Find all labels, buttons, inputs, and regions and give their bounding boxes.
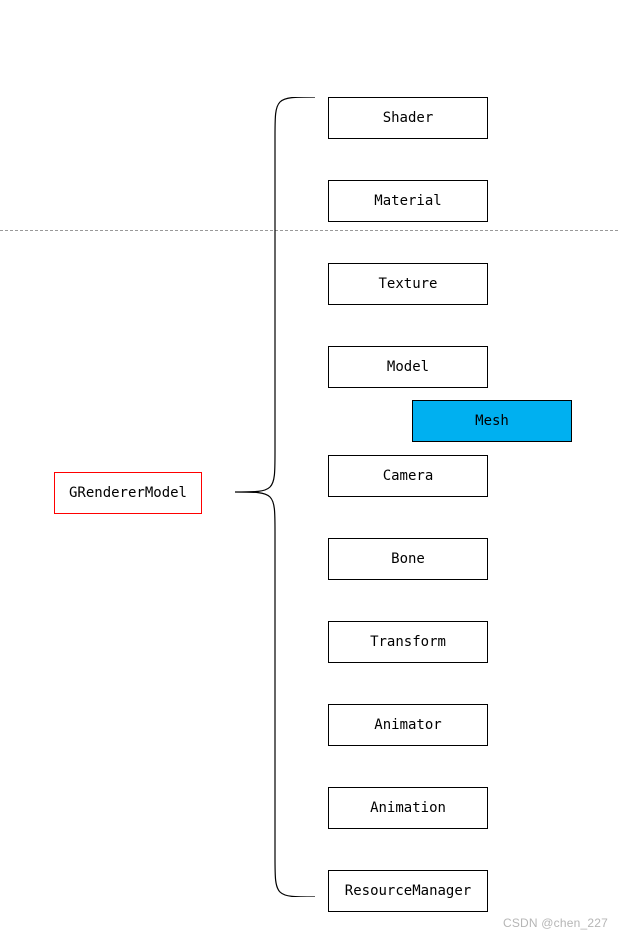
root-grenderermodel: GRendererModel: [54, 472, 202, 514]
watermark: CSDN @chen_227: [503, 916, 608, 930]
child-transform-label: Transform: [370, 634, 446, 650]
child-texture: Texture: [328, 263, 488, 305]
divider-line: [0, 230, 618, 231]
child-animator: Animator: [328, 704, 488, 746]
child-texture-label: Texture: [378, 276, 437, 292]
child-shader-label: Shader: [383, 110, 434, 126]
child-animation-label: Animation: [370, 800, 446, 816]
child-mesh-label: Mesh: [475, 413, 509, 429]
child-camera: Camera: [328, 455, 488, 497]
child-material-label: Material: [374, 193, 441, 209]
child-transform: Transform: [328, 621, 488, 663]
child-camera-label: Camera: [383, 468, 434, 484]
child-animation: Animation: [328, 787, 488, 829]
child-resourcemanager-label: ResourceManager: [345, 883, 471, 899]
child-model: Model: [328, 346, 488, 388]
root-label: GRendererModel: [69, 485, 187, 501]
child-model-label: Model: [387, 359, 429, 375]
watermark-text: CSDN @chen_227: [503, 916, 608, 930]
child-material: Material: [328, 180, 488, 222]
child-bone-label: Bone: [391, 551, 425, 567]
child-bone: Bone: [328, 538, 488, 580]
child-resourcemanager: ResourceManager: [328, 870, 488, 912]
child-mesh: Mesh: [412, 400, 572, 442]
child-animator-label: Animator: [374, 717, 441, 733]
brace-bracket: [215, 97, 325, 897]
child-shader: Shader: [328, 97, 488, 139]
